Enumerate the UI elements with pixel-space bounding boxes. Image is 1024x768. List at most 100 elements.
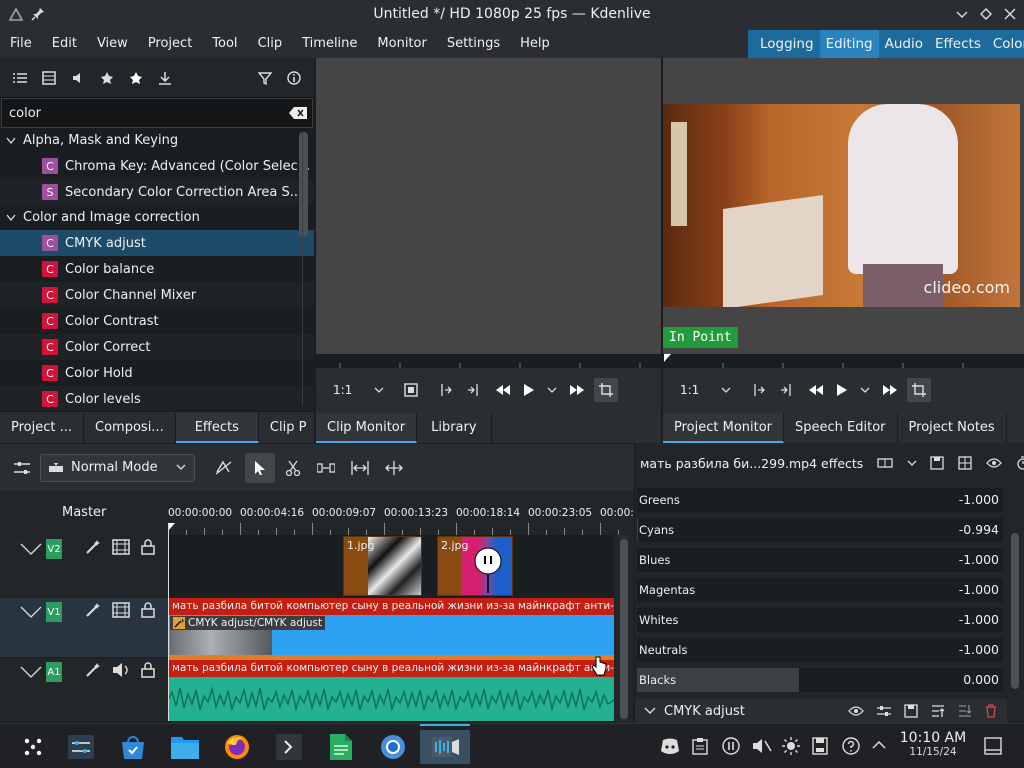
firefox-icon[interactable]	[220, 730, 254, 764]
play-icon[interactable]	[836, 383, 848, 397]
eye-icon[interactable]	[848, 705, 864, 717]
track-tag-a1[interactable]: A1	[46, 662, 62, 682]
lock-icon[interactable]	[141, 662, 155, 678]
selection-tool-icon[interactable]	[245, 452, 275, 483]
play-icon[interactable]	[523, 383, 535, 397]
param-whites[interactable]: Whites -1.000	[637, 608, 1003, 632]
param-value[interactable]: -1.000	[959, 492, 999, 507]
set-in-point-icon[interactable]	[753, 383, 766, 397]
tree-item-chroma-key[interactable]: C Chroma Key: Advanced (Color Selec...	[0, 153, 314, 179]
tab-project-notes[interactable]: Project Notes	[897, 412, 1007, 443]
menu-view[interactable]: View	[87, 30, 138, 58]
discover-store-icon[interactable]	[116, 730, 150, 764]
menu-project[interactable]: Project	[138, 30, 202, 58]
tab-compositions[interactable]: Composi...	[84, 412, 176, 443]
param-value[interactable]: -1.000	[959, 552, 999, 567]
chromium-icon[interactable]	[376, 730, 410, 764]
menu-file[interactable]: File	[0, 30, 42, 58]
menu-settings[interactable]: Settings	[437, 30, 510, 58]
video-clip[interactable]: мать разбила битой компьютер сыну в реал…	[168, 598, 614, 658]
track-header-a1[interactable]: A1	[0, 658, 168, 723]
param-value[interactable]: 0.000	[963, 672, 999, 687]
param-neutrals[interactable]: Neutrals -1.000	[637, 638, 1003, 662]
menu-timeline[interactable]: Timeline	[292, 30, 367, 58]
magnet-off-icon[interactable]	[215, 460, 233, 476]
kdenlive-taskbar-icon[interactable]	[420, 730, 470, 764]
compare-icon[interactable]	[877, 458, 893, 468]
track-tag-v2[interactable]: V2	[46, 539, 62, 559]
film-icon[interactable]	[112, 602, 130, 618]
tree-item-color-channel-mixer[interactable]: C Color Channel Mixer	[0, 282, 314, 308]
system-settings-icon[interactable]	[64, 730, 98, 764]
document-viewer-icon[interactable]	[324, 730, 358, 764]
set-out-point-icon[interactable]	[780, 383, 792, 397]
brightness-icon[interactable]	[782, 737, 800, 755]
move-down-icon[interactable]	[958, 704, 972, 718]
lock-icon[interactable]	[141, 539, 155, 555]
timeline-scrollbar[interactable]	[620, 539, 628, 719]
delete-icon[interactable]	[985, 704, 997, 718]
clock[interactable]: 10:10 AM 11/15/24	[897, 730, 969, 758]
set-out-point-icon[interactable]	[467, 383, 479, 397]
audio-effects-icon[interactable]	[68, 71, 88, 85]
layout-effects[interactable]: Effects	[929, 30, 987, 58]
fast-forward-icon[interactable]	[882, 384, 898, 396]
file-manager-icon[interactable]	[168, 730, 202, 764]
track-header-v1[interactable]: V1	[0, 598, 168, 658]
param-value[interactable]: -1.000	[959, 612, 999, 627]
clip-monitor-view[interactable]	[316, 58, 661, 354]
playhead[interactable]	[168, 523, 169, 721]
track-tag-v1[interactable]: V1	[46, 602, 62, 622]
film-icon[interactable]	[112, 539, 130, 555]
param-blues[interactable]: Blues -1.000	[637, 548, 1003, 572]
razor-tool-icon[interactable]	[285, 460, 301, 476]
menu-tool[interactable]: Tool	[202, 30, 247, 58]
speaker-icon[interactable]	[112, 662, 130, 678]
spacer-tool-icon[interactable]	[317, 462, 335, 474]
maximize-icon[interactable]	[980, 8, 992, 20]
fast-forward-icon[interactable]	[569, 384, 585, 396]
layout-logging[interactable]: Logging	[754, 30, 820, 58]
download-icon[interactable]	[155, 71, 175, 85]
rewind-icon[interactable]	[495, 384, 511, 396]
tree-item-color-correct[interactable]: C Color Correct	[0, 334, 314, 360]
chevron-down-icon[interactable]	[374, 387, 384, 394]
chevron-down-icon[interactable]	[644, 707, 656, 715]
clip-zoom-select[interactable]: 1:1	[333, 383, 352, 397]
tree-category-color[interactable]: Color and Image correction	[0, 205, 314, 230]
set-in-point-icon[interactable]	[440, 383, 453, 397]
terminal-icon[interactable]	[272, 730, 306, 764]
param-value[interactable]: -0.994	[959, 522, 999, 537]
project-zoom-select[interactable]: 1:1	[680, 383, 699, 397]
favorites-icon[interactable]	[126, 71, 146, 85]
tree-item-color-balance[interactable]: C Color balance	[0, 256, 314, 282]
filter-icon[interactable]	[255, 71, 275, 85]
save-effect-icon[interactable]	[904, 704, 918, 718]
tab-project-bin[interactable]: Project ...	[0, 412, 85, 443]
tree-item-color-contrast[interactable]: C Color Contrast	[0, 308, 314, 334]
effects-wand-icon[interactable]	[85, 539, 101, 555]
param-greens[interactable]: Greens -1.000	[637, 488, 1003, 512]
crop-icon[interactable]	[594, 378, 619, 402]
chevron-up-icon[interactable]	[872, 740, 886, 749]
clip-1-jpg[interactable]: 1.jpg	[343, 536, 422, 596]
show-desktop-icon[interactable]	[984, 737, 1002, 755]
minimize-icon[interactable]	[956, 8, 968, 20]
param-value[interactable]: -1.000	[959, 582, 999, 597]
tree-item-color-levels[interactable]: C Color levels	[0, 386, 314, 410]
layout-color[interactable]: Color	[987, 30, 1024, 58]
clip-2-jpg[interactable]: 2.jpg	[437, 536, 513, 596]
tree-item-secondary-color[interactable]: S Secondary Color Correction Area S...	[0, 179, 314, 205]
master-label[interactable]: Master	[62, 505, 106, 520]
effect-item-header[interactable]: CMYK adjust	[635, 699, 1007, 723]
eye-icon[interactable]	[986, 457, 1003, 469]
menu-monitor[interactable]: Monitor	[367, 30, 436, 58]
rewind-icon[interactable]	[808, 384, 824, 396]
ripple-tool-icon[interactable]	[351, 460, 369, 475]
menu-clip[interactable]: Clip	[248, 30, 293, 58]
discord-icon[interactable]	[660, 738, 680, 754]
splitter[interactable]	[314, 58, 316, 443]
chevron-down-icon[interactable]	[4, 214, 18, 222]
effects-wand-icon[interactable]	[85, 662, 101, 678]
storage-icon[interactable]	[812, 737, 828, 755]
